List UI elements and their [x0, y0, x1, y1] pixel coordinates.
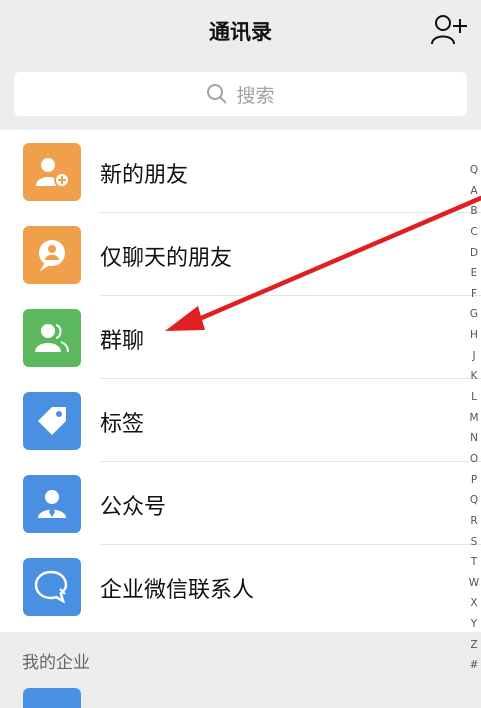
official-account-icon	[23, 475, 81, 533]
list-item-work-contacts[interactable]: 企业微信联系人	[0, 545, 481, 628]
header: 通讯录	[0, 0, 481, 62]
company-icon	[23, 688, 81, 708]
index-letter[interactable]: G	[470, 304, 478, 325]
index-letter[interactable]: L	[471, 387, 477, 408]
index-letter[interactable]: X	[470, 593, 477, 614]
index-letter[interactable]: F	[471, 284, 477, 305]
index-letter[interactable]: C	[470, 222, 477, 243]
section-title: 我的企业	[22, 653, 90, 673]
index-letter[interactable]: A	[470, 181, 477, 202]
index-letter[interactable]: D	[470, 243, 478, 264]
contacts-function-list: 新的朋友 仅聊天的朋友 群聊 标签 公众号 企业微信联系人	[0, 130, 481, 632]
page-title: 通讯录	[209, 20, 272, 44]
index-letter[interactable]: Z	[470, 635, 477, 656]
add-contact-icon[interactable]	[430, 14, 468, 46]
index-letter[interactable]: P	[471, 470, 477, 491]
list-item-label: 仅聊天的朋友	[100, 246, 233, 271]
search-placeholder: 搜索	[236, 84, 275, 107]
index-letter[interactable]: W	[469, 573, 479, 594]
index-letter[interactable]: T	[471, 552, 477, 573]
tag-icon	[23, 392, 81, 450]
list-item-new-friends[interactable]: 新的朋友	[0, 130, 481, 213]
index-letter[interactable]: O	[470, 449, 478, 470]
index-letter[interactable]: B	[470, 201, 477, 222]
index-letter[interactable]: E	[471, 263, 478, 284]
list-item-label: 企业微信联系人	[100, 578, 255, 603]
list-item-chat-only-friends[interactable]: 仅聊天的朋友	[0, 213, 481, 296]
list-item-label: 公众号	[100, 495, 167, 520]
list-item-label: 标签	[100, 412, 145, 437]
index-letter[interactable]: Y	[471, 614, 477, 635]
index-letter[interactable]: M	[469, 408, 478, 429]
list-item-label: 群聊	[100, 329, 145, 354]
index-letter[interactable]: Q	[470, 490, 478, 511]
index-letter[interactable]: J	[472, 346, 475, 367]
group-chat-icon	[23, 309, 81, 367]
index-letter[interactable]: N	[470, 428, 478, 449]
new-friends-icon	[23, 143, 81, 201]
index-letter[interactable]: H	[470, 325, 478, 346]
chat-only-friends-icon	[23, 226, 81, 284]
list-item-label: 新的朋友	[100, 163, 189, 188]
index-letter[interactable]: Q	[470, 160, 478, 181]
list-item-official-accounts[interactable]: 公众号	[0, 462, 481, 545]
index-letter[interactable]: R	[470, 511, 477, 532]
section-header: 我的企业	[0, 632, 481, 682]
search-bar[interactable]: 搜索	[14, 72, 467, 116]
work-contacts-icon	[23, 558, 81, 616]
index-letter[interactable]: K	[471, 366, 478, 387]
list-item-tags[interactable]: 标签	[0, 379, 481, 462]
list-item-group-chat[interactable]: 群聊	[0, 296, 481, 379]
index-letter[interactable]: #	[470, 655, 479, 676]
alphabet-index[interactable]: Q A B C D E F G H J K L M N O P Q R S T …	[466, 160, 481, 676]
index-letter[interactable]: S	[471, 532, 478, 553]
search-icon	[207, 84, 228, 104]
